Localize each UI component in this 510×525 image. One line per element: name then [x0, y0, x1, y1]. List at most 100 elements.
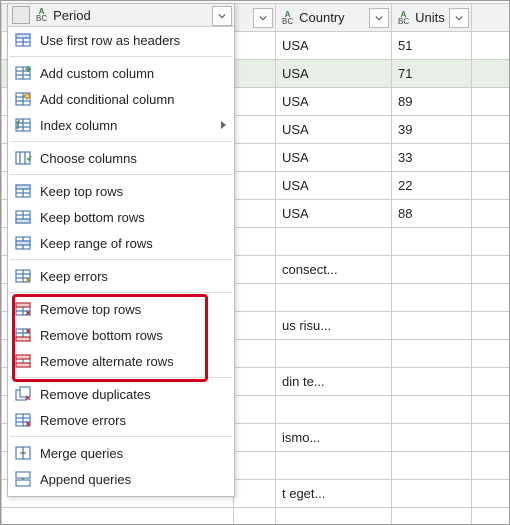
cell-country[interactable]: consect...	[276, 256, 392, 284]
cell[interactable]	[234, 88, 276, 116]
cell-units[interactable]: 71	[392, 60, 472, 88]
column-header-units[interactable]: ABC Units	[392, 4, 472, 32]
cell[interactable]	[234, 172, 276, 200]
menu-item-choose-columns[interactable]: Choose columns	[8, 145, 234, 171]
units-filter-button[interactable]	[449, 8, 469, 28]
cell-units[interactable]: 88	[392, 200, 472, 228]
cell-units[interactable]	[392, 256, 472, 284]
cell[interactable]	[234, 340, 276, 368]
cell[interactable]	[472, 88, 510, 116]
cell-country[interactable]: USA	[276, 88, 392, 116]
cell-country[interactable]: USA	[276, 200, 392, 228]
menu-item-keep-bottom-rows[interactable]: Keep bottom rows	[8, 204, 234, 230]
cell-country[interactable]: USA	[276, 172, 392, 200]
cell-units[interactable]: 51	[392, 32, 472, 60]
cell-units[interactable]	[392, 312, 472, 340]
table-row[interactable]	[2, 508, 510, 525]
cell[interactable]	[234, 116, 276, 144]
cell[interactable]	[472, 32, 510, 60]
cell-country[interactable]	[276, 340, 392, 368]
cell[interactable]	[472, 452, 510, 480]
column-header-country[interactable]: ABC Country	[276, 4, 392, 32]
menu-item-remove-top-rows[interactable]: Remove top rows	[8, 296, 234, 322]
period-filter-button[interactable]	[212, 6, 232, 26]
menu-item-keep-errors[interactable]: Keep errors	[8, 263, 234, 289]
cell-country[interactable]: USA	[276, 60, 392, 88]
cell[interactable]	[234, 200, 276, 228]
cell[interactable]	[2, 508, 234, 525]
cell-units[interactable]	[392, 452, 472, 480]
cell-country[interactable]	[276, 396, 392, 424]
cell[interactable]	[472, 396, 510, 424]
cell[interactable]	[472, 144, 510, 172]
cell[interactable]	[472, 256, 510, 284]
cell-units[interactable]	[392, 480, 472, 508]
menu-item-add-conditional-column[interactable]: Add conditional column	[8, 86, 234, 112]
cell-units[interactable]	[392, 396, 472, 424]
cell-country[interactable]: USA	[276, 32, 392, 60]
cell[interactable]	[472, 200, 510, 228]
cell[interactable]	[234, 368, 276, 396]
period-filter-button[interactable]	[253, 8, 273, 28]
cell-units[interactable]	[392, 228, 472, 256]
cell[interactable]	[472, 60, 510, 88]
cell[interactable]	[234, 284, 276, 312]
cell[interactable]	[234, 480, 276, 508]
country-filter-button[interactable]	[369, 8, 389, 28]
cell-country[interactable]: t eget...	[276, 480, 392, 508]
cell[interactable]	[472, 116, 510, 144]
cell-units[interactable]	[392, 508, 472, 525]
menu-item-keep-range-of-rows[interactable]: Keep range of rows	[8, 230, 234, 256]
menu-item-remove-errors[interactable]: Remove errors	[8, 407, 234, 433]
cell-country[interactable]: USA	[276, 116, 392, 144]
cell[interactable]	[234, 396, 276, 424]
menu-item-add-custom-column[interactable]: Add custom column	[8, 60, 234, 86]
cell[interactable]	[472, 508, 510, 525]
cell-country[interactable]: din te...	[276, 368, 392, 396]
column-header-extra[interactable]	[472, 4, 510, 32]
cell[interactable]	[472, 424, 510, 452]
cell-units[interactable]: 22	[392, 172, 472, 200]
cell-country[interactable]	[276, 284, 392, 312]
cell-country[interactable]	[276, 452, 392, 480]
menu-item-keep-top-rows[interactable]: Keep top rows	[8, 178, 234, 204]
menu-item-index-column[interactable]: Index column	[8, 112, 234, 138]
cell[interactable]	[472, 480, 510, 508]
cell[interactable]	[234, 508, 276, 525]
cell[interactable]	[472, 284, 510, 312]
cell[interactable]	[472, 340, 510, 368]
cell[interactable]	[472, 312, 510, 340]
cell-units[interactable]	[392, 284, 472, 312]
menu-item-append-queries[interactable]: Append queries	[8, 466, 234, 492]
menu-item-use-first-row-headers[interactable]: Use first row as headers	[8, 27, 234, 53]
cell[interactable]	[472, 368, 510, 396]
cell[interactable]	[234, 144, 276, 172]
cell[interactable]	[234, 312, 276, 340]
cell[interactable]	[234, 228, 276, 256]
cell-units[interactable]: 89	[392, 88, 472, 116]
menu-item-remove-duplicates[interactable]: Remove duplicates	[8, 381, 234, 407]
cell-units[interactable]: 33	[392, 144, 472, 172]
rows-alt-x-icon	[14, 352, 32, 370]
cell-country[interactable]: USA	[276, 144, 392, 172]
cell-units[interactable]: 39	[392, 116, 472, 144]
menu-item-remove-alternate-rows[interactable]: Remove alternate rows	[8, 348, 234, 374]
cell-units[interactable]	[392, 424, 472, 452]
menu-header[interactable]: ABC Period	[8, 4, 234, 27]
cell-units[interactable]	[392, 340, 472, 368]
cell-units[interactable]	[392, 368, 472, 396]
cell[interactable]	[234, 60, 276, 88]
cell[interactable]	[234, 424, 276, 452]
cell-country[interactable]: ismo...	[276, 424, 392, 452]
rows-range-icon	[14, 234, 32, 252]
cell[interactable]	[234, 452, 276, 480]
menu-item-remove-bottom-rows[interactable]: Remove bottom rows	[8, 322, 234, 348]
cell[interactable]	[472, 228, 510, 256]
cell-country[interactable]	[276, 228, 392, 256]
cell-country[interactable]: us risu...	[276, 312, 392, 340]
cell[interactable]	[472, 172, 510, 200]
cell[interactable]	[234, 256, 276, 284]
cell-country[interactable]	[276, 508, 392, 525]
menu-item-merge-queries[interactable]: Merge queries	[8, 440, 234, 466]
cell[interactable]	[234, 32, 276, 60]
